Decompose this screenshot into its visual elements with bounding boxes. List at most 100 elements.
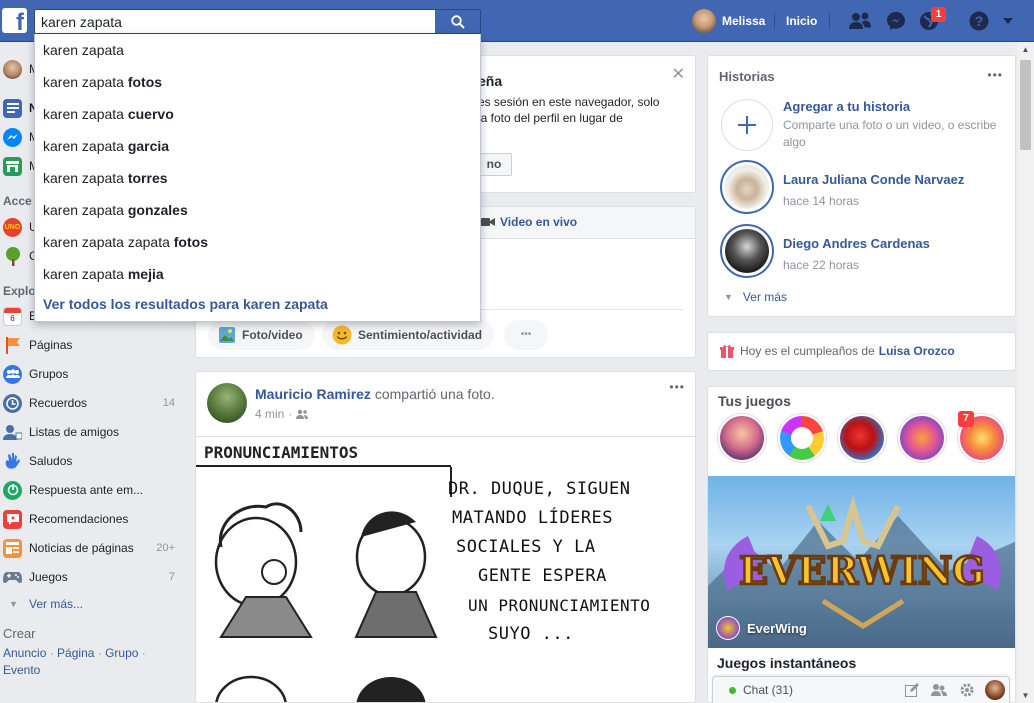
nav-pokes[interactable]: Saludos bbox=[0, 449, 185, 473]
story-time: hace 14 horas bbox=[783, 194, 860, 208]
story-item[interactable] bbox=[720, 224, 774, 278]
everwing-logo-text: EVERWING bbox=[739, 548, 985, 593]
create-group-icon[interactable] bbox=[931, 683, 947, 700]
create-event-link[interactable]: Evento bbox=[3, 663, 40, 677]
nav-pages-feed[interactable]: Noticias de páginas 20+ bbox=[0, 536, 185, 560]
create-group-link[interactable]: Grupo bbox=[105, 646, 138, 660]
scrollbar-thumb[interactable] bbox=[1020, 60, 1031, 150]
live-video-tab[interactable]: Video en vivo bbox=[481, 215, 577, 229]
games-card: Tus juegos 7 EVERWING EverWing Juegos in… bbox=[707, 386, 1016, 703]
compose-message-icon[interactable] bbox=[905, 683, 919, 700]
comic-line: SUYO ... bbox=[488, 624, 574, 644]
nav-memories[interactable]: Recuerdos 14 bbox=[0, 391, 185, 415]
smiley-icon bbox=[332, 325, 352, 345]
feeling-activity-button[interactable]: Sentimiento/actividad bbox=[322, 320, 495, 350]
home-link[interactable]: Inicio bbox=[786, 0, 817, 42]
search-suggestion[interactable]: karen zapata mejia bbox=[43, 258, 473, 290]
nav-crisis-response[interactable]: Respuesta ante em... bbox=[0, 478, 185, 502]
chat-label: Chat (31) bbox=[743, 683, 794, 697]
search-button[interactable] bbox=[435, 10, 480, 33]
see-more-label: Ver más bbox=[742, 290, 787, 304]
live-video-label: Video en vivo bbox=[500, 215, 578, 229]
featured-game-banner[interactable]: EVERWING EverWing bbox=[708, 476, 1015, 648]
story-author[interactable]: Laura Juliana Conde Narvaez bbox=[783, 172, 964, 187]
story-thumbnail bbox=[725, 229, 769, 273]
stories-options-icon[interactable]: ••• bbox=[987, 68, 1003, 82]
create-page-link[interactable]: Página bbox=[57, 646, 94, 660]
game-icon-farm[interactable] bbox=[898, 414, 946, 462]
birthday-person-link[interactable]: Luisa Orozco bbox=[879, 344, 955, 358]
add-story-button[interactable] bbox=[721, 99, 773, 151]
nav-label: Respuesta ante em... bbox=[29, 483, 144, 497]
story-time: hace 22 horas bbox=[783, 258, 860, 272]
search-suggestion[interactable]: karen zapata cuervo bbox=[43, 98, 473, 130]
photo-video-button[interactable]: Foto/video bbox=[208, 320, 315, 350]
post-image[interactable]: PRONUNCIAMIENTOS DR. DUQUE, SIGUEN MATAN… bbox=[196, 436, 695, 702]
stories-card: Historias ••• Agregar a tu historia Comp… bbox=[707, 55, 1016, 317]
search-suggestion[interactable]: karen zapata bbox=[43, 34, 473, 66]
game-icon-candy[interactable] bbox=[838, 414, 886, 462]
avatar bbox=[692, 9, 716, 33]
crisis-response-icon bbox=[3, 480, 22, 500]
post-timestamp[interactable]: 4 min bbox=[255, 407, 284, 421]
search-input[interactable] bbox=[35, 10, 435, 33]
scroll-up-arrow-icon[interactable]: ▲ bbox=[1020, 44, 1031, 54]
search-suggestion[interactable]: karen zapata fotos bbox=[43, 66, 473, 98]
search-suggestions-dropdown: karen zapata karen zapata fotos karen za… bbox=[34, 34, 481, 322]
nav-pages[interactable]: Páginas bbox=[0, 333, 185, 357]
profile-link[interactable]: Melissa bbox=[692, 0, 765, 42]
groups-icon bbox=[3, 364, 22, 384]
add-story-title[interactable]: Agregar a tu historia bbox=[783, 99, 1008, 114]
nav-recommendations[interactable]: Recomendaciones bbox=[0, 507, 185, 531]
home-label: Inicio bbox=[786, 14, 818, 28]
story-author[interactable]: Diego Andres Cardenas bbox=[783, 236, 930, 251]
nav-games[interactable]: Juegos 7 bbox=[0, 565, 185, 589]
messenger-icon[interactable] bbox=[884, 10, 908, 32]
account-menu-icon[interactable] bbox=[998, 10, 1018, 32]
notice-button[interactable]: no bbox=[476, 153, 512, 176]
search-suggestion[interactable]: karen zapata zapata fotos bbox=[43, 226, 473, 258]
nav-see-more[interactable]: ▼ Ver más... bbox=[0, 592, 185, 616]
nav-label: Recuerdos bbox=[29, 396, 88, 410]
comic-line: MATANDO LÍDERES bbox=[452, 508, 614, 528]
notification-badge: 1 bbox=[931, 7, 946, 22]
game-icon-trivia[interactable] bbox=[778, 414, 826, 462]
help-icon[interactable]: ? bbox=[967, 10, 991, 32]
post-options-icon[interactable]: ••• bbox=[669, 380, 685, 394]
stories-see-more[interactable]: ▼ Ver más bbox=[724, 290, 787, 304]
search-suggestion[interactable]: karen zapata gonzales bbox=[43, 194, 473, 226]
chat-settings-gear-icon[interactable] bbox=[959, 682, 975, 701]
nav-label: Noticias de páginas bbox=[29, 541, 134, 555]
gamepad-icon bbox=[3, 568, 22, 587]
friends-audience-icon[interactable] bbox=[296, 409, 309, 419]
nav-label: Listas de amigos bbox=[29, 425, 120, 439]
notice-text-line2: la foto del perfil en lugar de bbox=[478, 111, 623, 125]
post-action-text: compartió una foto. bbox=[374, 386, 495, 402]
close-icon[interactable]: ✕ bbox=[672, 64, 685, 84]
search-icon bbox=[450, 14, 465, 29]
facebook-logo[interactable]: f bbox=[2, 8, 27, 33]
video-camera-icon bbox=[481, 218, 495, 226]
create-ad-link[interactable]: Anuncio bbox=[3, 646, 46, 660]
birthday-card[interactable]: Hoy es el cumpleaños de Luisa Orozco bbox=[707, 332, 1016, 371]
nav-friend-lists[interactable]: Listas de amigos bbox=[0, 420, 185, 444]
friend-requests-icon[interactable] bbox=[848, 10, 872, 32]
story-item[interactable] bbox=[720, 160, 774, 214]
search-suggestion[interactable]: karen zapata torres bbox=[43, 162, 473, 194]
game-icon-pet[interactable] bbox=[718, 414, 766, 462]
search-suggestion[interactable]: karen zapata garcia bbox=[43, 130, 473, 162]
see-all-results-link[interactable]: Ver todos los resultados para karen zapa… bbox=[43, 296, 328, 312]
scroll-down-arrow-icon[interactable]: ▼ bbox=[1020, 690, 1031, 700]
nav-label: Grupos bbox=[29, 367, 69, 381]
chat-bar[interactable]: Chat (31) bbox=[712, 676, 1010, 703]
notice-title: eña bbox=[478, 73, 503, 89]
comic-line: SOCIALES Y LA bbox=[456, 537, 596, 557]
more-options-button[interactable]: ••• bbox=[504, 320, 548, 350]
nav-groups[interactable]: Grupos bbox=[0, 362, 185, 386]
avatar[interactable] bbox=[207, 383, 247, 423]
post-author-link[interactable]: Mauricio Ramirez bbox=[255, 386, 371, 402]
notice-text-line1: es sesión en este navegador, solo bbox=[478, 95, 660, 109]
nav-label: Saludos bbox=[29, 454, 73, 468]
online-dot-icon bbox=[729, 687, 736, 694]
section-heading-shortcuts: Acce bbox=[3, 194, 32, 208]
